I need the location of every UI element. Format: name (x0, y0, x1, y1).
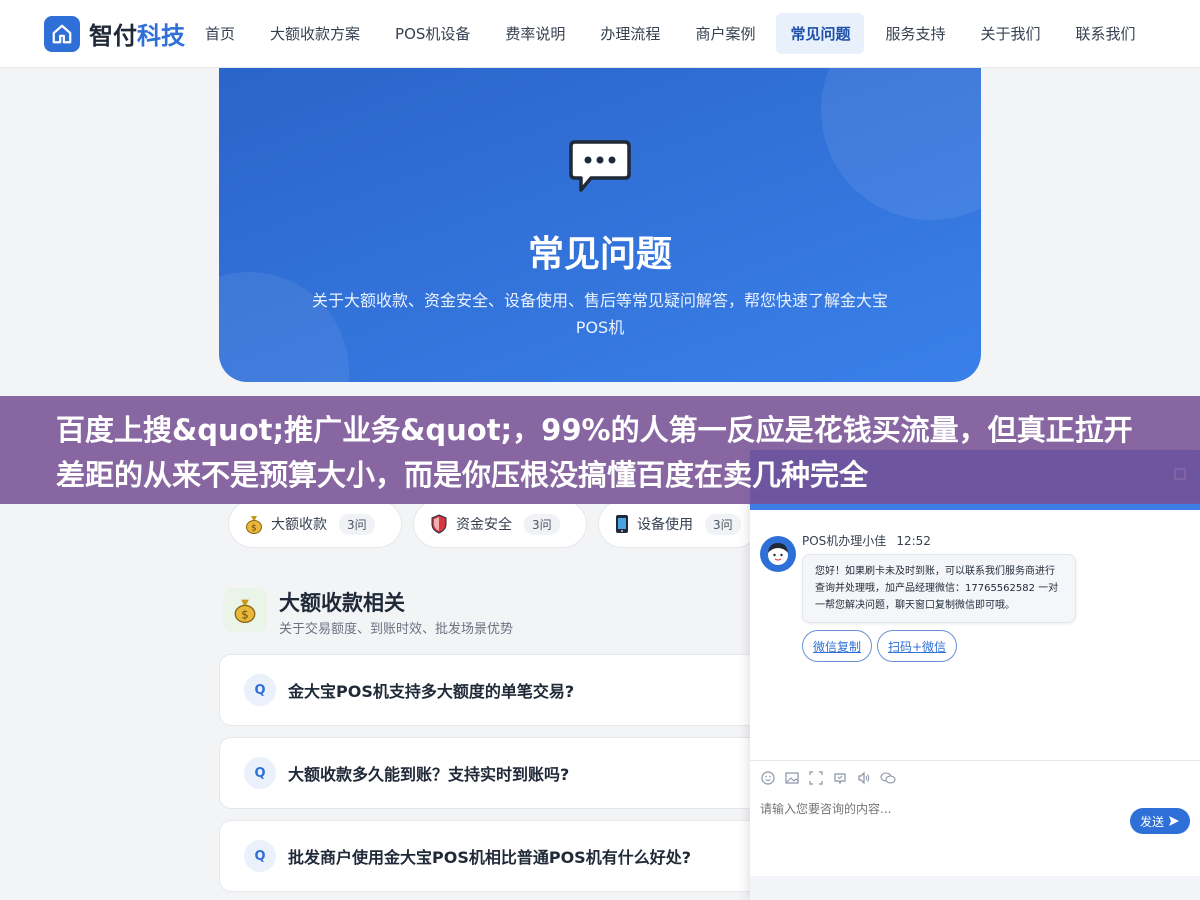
category-pill-device-usage[interactable]: 设备使用 3问 (598, 500, 760, 548)
hero-banner: 常见问题 关于大额收款、资金安全、设备使用、售后等常见疑问解答，帮您快速了解金大… (219, 60, 981, 382)
faq-question: 大额收款多久能到账？支持实时到账吗? (288, 765, 570, 784)
category-label: 大额收款 (271, 517, 327, 533)
money-bag-icon: $ (223, 588, 267, 632)
category-count-badge: 3问 (705, 513, 741, 535)
nav-item-rates[interactable]: 费率说明 (491, 13, 579, 54)
decorative-circle (821, 60, 981, 220)
banner-text: 百度上搜&quot;推广业务&quot;，99%的人第一反应是花钱买流量，但真正… (56, 413, 1133, 492)
category-pill-large-payment[interactable]: $ 大额收款 3问 (228, 500, 402, 548)
nav-item-process[interactable]: 办理流程 (586, 13, 674, 54)
nav-item-support[interactable]: 服务支持 (871, 13, 959, 54)
screenshot-icon[interactable] (808, 770, 824, 786)
main-nav: 首页 大额收款方案 POS机设备 费率说明 办理流程 商户案例 常见问题 服务支… (191, 13, 1157, 54)
home-icon (44, 15, 80, 52)
wechat-icon[interactable] (880, 770, 896, 786)
page-title: 常见问题 (527, 234, 672, 275)
question-badge: Q (244, 757, 276, 789)
logo-text: 智付科技 (89, 16, 185, 51)
image-icon[interactable] (784, 770, 800, 786)
section-title: 大额收款相关 (279, 591, 405, 615)
chat-toolbar (760, 770, 904, 786)
chat-footer (750, 876, 1200, 900)
nav-item-about[interactable]: 关于我们 (966, 13, 1054, 54)
svg-text:$: $ (251, 524, 257, 534)
divider (750, 760, 1200, 761)
nav-item-pos-device[interactable]: POS机设备 (381, 13, 484, 54)
nav-item-home[interactable]: 首页 (191, 13, 249, 54)
category-count-badge: 3问 (339, 513, 375, 535)
page-subtitle: 关于大额收款、资金安全、设备使用、售后等常见疑问解答，帮您快速了解金大宝POS机 (311, 291, 888, 337)
faq-item[interactable]: Q 批发商户使用金大宝POS机相比普通POS机有什么好处? (219, 820, 779, 892)
question-badge: Q (244, 674, 276, 706)
category-label: 设备使用 (637, 517, 693, 533)
faq-question: 批发商户使用金大宝POS机相比普通POS机有什么好处? (288, 848, 691, 867)
shield-icon (430, 514, 448, 534)
phone-icon (615, 514, 629, 534)
chat-bubble-icon (569, 138, 631, 198)
faq-item[interactable]: Q 大额收款多久能到账？支持实时到账吗? (219, 737, 779, 809)
question-badge: Q (244, 840, 276, 872)
category-pill-fund-safety[interactable]: 资金安全 3问 (413, 500, 587, 548)
voice-icon[interactable] (856, 770, 872, 786)
nav-item-faq[interactable]: 常见问题 (776, 13, 865, 54)
nav-item-contact[interactable]: 联系我们 (1062, 13, 1150, 54)
nav-item-large-payment[interactable]: 大额收款方案 (256, 13, 374, 54)
site-header: 智付科技 首页 大额收款方案 POS机设备 费率说明 办理流程 商户案例 常见问… (0, 0, 1200, 68)
agent-name: POS机办理小佳 (802, 534, 887, 548)
faq-item[interactable]: Q 金大宝POS机支持多大额度的单笔交易? (219, 654, 779, 726)
logo-text-part1: 智付 (89, 22, 137, 50)
logo[interactable]: 智付科技 (44, 15, 185, 52)
emoji-icon[interactable] (760, 770, 776, 786)
send-button-label: 发送 (1139, 814, 1164, 829)
faq-question: 金大宝POS机支持多大额度的单笔交易? (288, 682, 575, 701)
scan-wechat-button[interactable]: 扫码+微信 (877, 630, 958, 662)
agent-message: 您好！如果刷卡未及时到账，可以联系我们服务商进行查询并处理哦，加产品经理微信：1… (802, 554, 1076, 623)
section-subtitle: 关于交易额度、到账时效、批发场景优势 (279, 622, 514, 637)
overlay-banner[interactable]: 百度上搜&quot;推广业务&quot;，99%的人第一反应是花钱买流量，但真正… (0, 396, 1200, 504)
send-button[interactable]: 发送 (1130, 808, 1190, 834)
agent-name-line: POS机办理小佳 12:52 (802, 532, 931, 549)
category-label: 资金安全 (456, 517, 512, 533)
send-icon (1168, 815, 1180, 827)
logo-text-part2: 科技 (137, 22, 185, 50)
money-bag-icon: $ (245, 514, 263, 534)
svg-text:$: $ (241, 607, 248, 621)
agent-avatar (760, 536, 796, 572)
nav-item-cases[interactable]: 商户案例 (681, 13, 769, 54)
rating-icon[interactable] (832, 770, 848, 786)
category-count-badge: 3问 (524, 513, 560, 535)
message-time: 12:52 (896, 534, 931, 548)
copy-wechat-button[interactable]: 微信复制 (802, 630, 873, 662)
chat-message-input[interactable] (760, 802, 1120, 816)
chat-widget: POS机办理小佳 12:52 您好！如果刷卡未及时到账，可以联系我们服务商进行查询… (750, 450, 1200, 900)
